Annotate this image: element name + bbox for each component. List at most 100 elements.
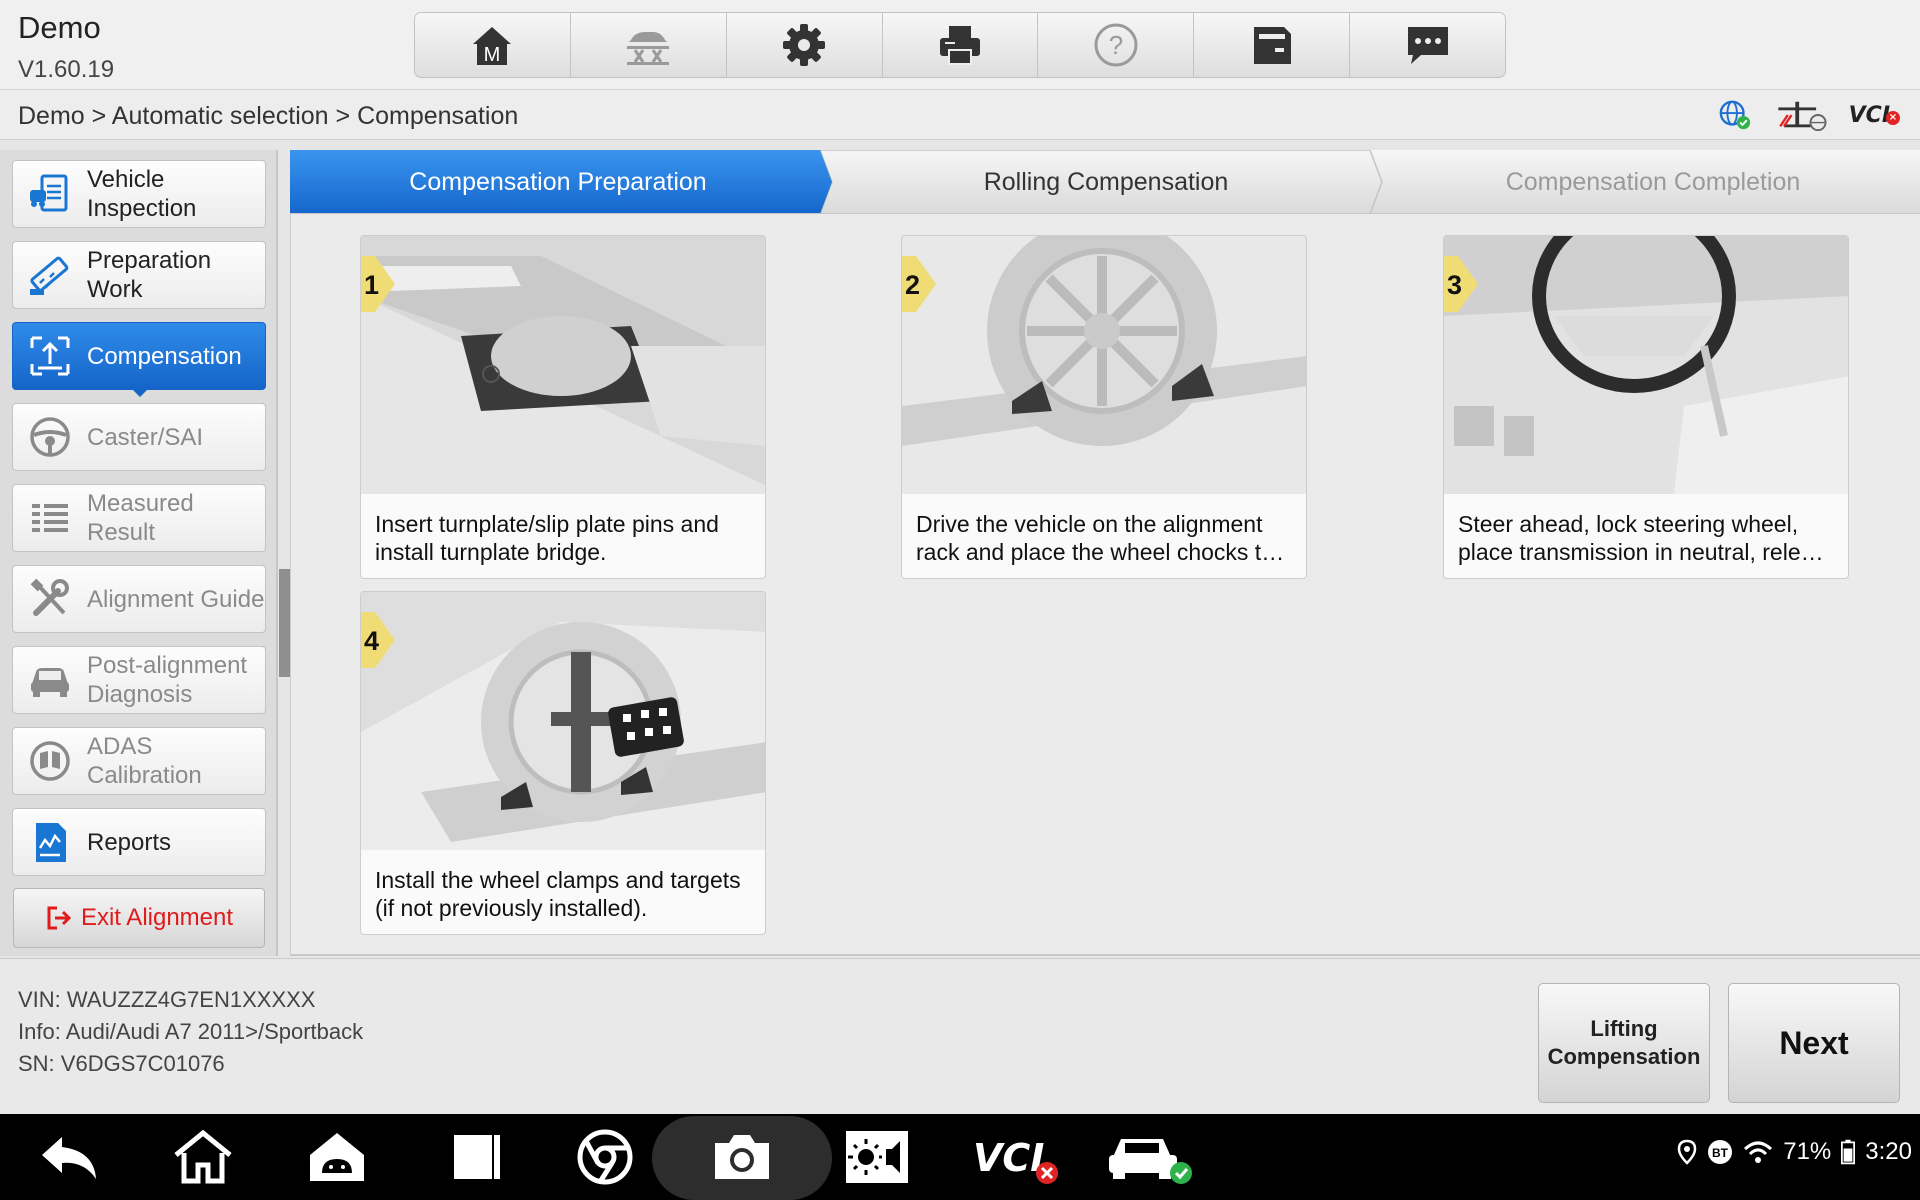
step-number-badge: 2 <box>902 256 942 312</box>
breadcrumb: Demo > Automatic selection > Compensatio… <box>18 102 519 130</box>
status-icons: VCI × <box>1717 98 1900 132</box>
brightness-volume-button[interactable] <box>834 1124 920 1190</box>
sidebar-item-label: Measured Result <box>87 490 194 546</box>
app-title: Demo <box>18 10 101 45</box>
steering-lock-image <box>1444 236 1848 494</box>
lift-status-icon <box>1777 101 1827 132</box>
sidebar-item-compensation[interactable]: Compensation <box>12 322 266 397</box>
app-header: Demo V1.60.19 M ? <box>0 0 1920 90</box>
lift-icon <box>627 32 670 65</box>
home-nav-button[interactable] <box>160 1124 246 1190</box>
android-home-button[interactable] <box>294 1124 380 1190</box>
save-icon <box>1253 27 1291 64</box>
instruction-caption: Steer ahead, lock steering wheel, place … <box>1458 511 1824 565</box>
network-status-icon <box>1719 100 1750 130</box>
sidebar-item-reports[interactable]: Reports <box>12 808 266 876</box>
system-navigation-bar: VCI BT 71% 3:20 <box>0 1114 1920 1200</box>
sidebar-item-preparation-work[interactable]: Preparation Work <box>12 241 266 309</box>
settings-icon <box>783 24 826 66</box>
svg-text:?: ? <box>1109 30 1123 60</box>
wheel-clamp-image <box>361 592 765 850</box>
breadcrumb-bar: Demo > Automatic selection > Compensatio… <box>0 90 1920 140</box>
clock: 3:20 <box>1865 1138 1912 1165</box>
back-button[interactable] <box>26 1124 112 1190</box>
step-rolling-compensation: Rolling Compensation <box>983 167 1229 196</box>
vci-status: VCI × <box>1849 103 1900 128</box>
instruction-card: 4 Install the wheel clamps and targets (… <box>360 591 766 935</box>
help-button[interactable]: ? <box>1038 13 1195 77</box>
report-icon <box>36 823 66 862</box>
wheel-chocks-image <box>902 236 1306 494</box>
serial-number-text: SN: V6DGS7C01076 <box>18 1051 225 1076</box>
step-progress-bar: Compensation Preparation Rolling Compens… <box>290 150 1920 214</box>
sidebar-item-label: Preparation Work <box>87 247 212 303</box>
list-icon <box>32 504 68 532</box>
sidebar-item-label: Vehicle Inspection <box>87 166 197 222</box>
next-button[interactable]: Next <box>1728 983 1900 1103</box>
message-button[interactable] <box>1350 13 1505 77</box>
system-tray: BT 71% 3:20 <box>1677 1138 1912 1166</box>
help-icon: ? <box>1094 23 1138 67</box>
sidebar-item-label: Reports <box>87 828 172 856</box>
sidebar-item-vehicle-inspection[interactable]: Vehicle Inspection <box>12 160 266 228</box>
wifi-icon <box>1744 1141 1773 1163</box>
print-button[interactable] <box>883 13 1039 77</box>
sidebar-item-label: Compensation <box>87 342 242 370</box>
android-home-icon <box>310 1133 364 1181</box>
step-number-badge: 1 <box>361 256 401 312</box>
vehicle-inspection-icon <box>30 174 68 212</box>
adas-icon <box>30 741 70 781</box>
step-number-badge: 3 <box>1444 256 1484 312</box>
browser-icon <box>577 1129 633 1185</box>
instruction-caption: Drive the vehicle on the alignment rack … <box>916 511 1285 565</box>
compensation-icon <box>30 336 70 376</box>
brightness-volume-icon <box>846 1131 908 1183</box>
svg-text:BT: BT <box>1712 1146 1729 1160</box>
vci-app-button[interactable]: VCI <box>964 1124 1064 1190</box>
instruction-caption: Insert turnplate/slip plate pins and ins… <box>375 511 719 565</box>
vehicle-info-bar: VIN: WAUZZZ4G7EN1XXXXX Info: Audi/Audi A… <box>0 958 1920 1114</box>
sidebar-item-caster-sai[interactable]: Caster/SAI <box>12 403 266 471</box>
camera-button[interactable] <box>699 1124 785 1190</box>
step-number-badge: 4 <box>361 612 401 668</box>
instruction-card: 3 Steer ahead, lock steering wheel, plac… <box>1443 235 1849 579</box>
steering-wheel-icon <box>30 417 70 457</box>
sidebar-item-label: Caster/SAI <box>87 423 204 451</box>
sidebar-item-post-alignment-diagnosis[interactable]: Post-alignment Diagnosis <box>12 646 266 714</box>
settings-button[interactable] <box>727 13 883 77</box>
sidebar-item-label: Alignment Guide <box>87 585 265 613</box>
sidebar-item-alignment-guide[interactable]: Alignment Guide <box>12 565 266 633</box>
sidebar-item-adas-calibration[interactable]: ADAS Calibration <box>12 727 266 795</box>
instruction-panel: 1 Insert turnplate/slip plate pins and i… <box>290 214 1920 956</box>
location-icon <box>1677 1139 1697 1165</box>
battery-icon <box>1841 1139 1856 1165</box>
step-compensation-completion: Compensation Completion <box>1505 167 1801 196</box>
tools-icon <box>30 578 69 616</box>
home-nav-icon <box>174 1129 232 1184</box>
print-icon <box>940 26 980 65</box>
sidebar-item-measured-result[interactable]: Measured Result <box>12 484 266 552</box>
svg-text:VCI: VCI <box>973 1136 1044 1180</box>
lift-button[interactable] <box>571 13 727 77</box>
vehicle-info-text: Info: Audi/Audi A7 2011>/Sportback <box>18 1019 364 1044</box>
vehicle-app-icon <box>1109 1139 1192 1184</box>
recent-apps-icon <box>454 1135 500 1179</box>
app-version: V1.60.19 <box>18 56 115 83</box>
vehicle-app-button[interactable] <box>1100 1124 1200 1190</box>
browser-button[interactable] <box>562 1124 648 1190</box>
save-button[interactable] <box>1194 13 1351 77</box>
camera-icon <box>715 1135 769 1179</box>
instruction-caption: Install the wheel clamps and targets (if… <box>375 867 741 921</box>
preparation-icon <box>30 256 69 295</box>
lifting-compensation-button[interactable]: Lifting Compensation <box>1538 983 1710 1103</box>
message-icon <box>1407 27 1448 64</box>
exit-alignment-button[interactable]: Exit Alignment <box>13 888 265 948</box>
vci-app-icon: VCI <box>973 1136 1058 1184</box>
recent-apps-button[interactable] <box>430 1124 516 1190</box>
turnplate-image <box>361 236 765 494</box>
instruction-card: 1 Insert turnplate/slip plate pins and i… <box>360 235 766 579</box>
battery-percent: 71% <box>1783 1138 1832 1165</box>
car-icon <box>31 668 69 697</box>
main-toolbar: M ? <box>414 12 1506 78</box>
home-button[interactable]: M <box>415 13 571 77</box>
